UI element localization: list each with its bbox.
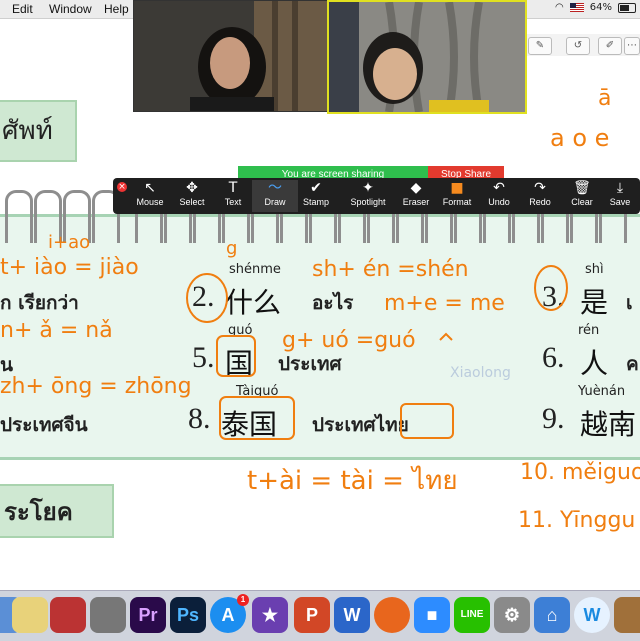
hw-a-tone: ā bbox=[598, 86, 612, 111]
hw-guo: g+ uó =guó bbox=[282, 328, 416, 353]
format-swatch-icon: ■ bbox=[450, 180, 464, 196]
hw-shen: sh+ én =shén bbox=[312, 257, 469, 282]
tool-draw[interactable]: 〜 Draw bbox=[252, 180, 298, 212]
tool-format[interactable]: ■ Format bbox=[434, 180, 480, 212]
dock: Pr Ps A1 ★ P W ■ LINE ⚙ ⌂ W bbox=[0, 590, 640, 641]
tool-stamp[interactable]: ✔ Stamp bbox=[293, 180, 339, 212]
box-mark bbox=[216, 335, 256, 377]
imovie-icon[interactable]: ★ bbox=[252, 597, 288, 633]
hw-aoe: a o e bbox=[550, 124, 610, 152]
save-icon: ⤓ bbox=[616, 180, 624, 196]
move-icon: ✥ bbox=[186, 180, 198, 196]
participant-video bbox=[134, 1, 327, 111]
trash-icon: 🗑 bbox=[573, 180, 591, 196]
tool-eraser[interactable]: ◆ Eraser bbox=[393, 180, 439, 212]
close-icon[interactable]: × bbox=[117, 182, 127, 192]
tool-undo[interactable]: ↶ Undo bbox=[476, 180, 522, 212]
undo-icon: ↶ bbox=[493, 180, 505, 196]
hw-jiao: t+ iào = jiào bbox=[0, 255, 139, 280]
spotlight-icon: ✦ bbox=[362, 180, 374, 196]
eraser-icon: ◆ bbox=[410, 180, 422, 196]
w-app-icon[interactable]: W bbox=[574, 597, 610, 633]
tool-mouse[interactable]: ↖ Mouse bbox=[127, 180, 173, 212]
hw-i-ao: i+ao bbox=[48, 232, 91, 253]
premiere-icon[interactable]: Pr bbox=[130, 597, 166, 633]
line-icon[interactable]: LINE bbox=[454, 597, 490, 633]
zoom-icon[interactable]: ■ bbox=[414, 597, 450, 633]
hw-me: m+e = me bbox=[384, 291, 505, 316]
hw-g: g bbox=[226, 238, 238, 259]
hw-zhong: zh+ ōng = zhōng bbox=[0, 374, 192, 399]
word-icon[interactable]: W bbox=[334, 597, 370, 633]
video-tile-participant-1[interactable] bbox=[133, 0, 328, 112]
box-mark bbox=[400, 403, 454, 439]
system-prefs-icon[interactable]: ⚙ bbox=[494, 597, 530, 633]
app-store-badge: 1 bbox=[237, 594, 249, 606]
tool-spotlight[interactable]: ✦ Spotlight bbox=[343, 180, 393, 212]
participant-video bbox=[329, 2, 525, 112]
circle-mark bbox=[186, 273, 228, 323]
hw-meiguo: 10. měiguo bbox=[520, 460, 640, 485]
text-icon: T bbox=[228, 180, 238, 196]
network-icon[interactable]: ⌂ bbox=[534, 597, 570, 633]
notes-icon[interactable] bbox=[12, 597, 48, 633]
tool-save[interactable]: ⤓ Save bbox=[600, 180, 640, 212]
circle-mark bbox=[534, 265, 568, 311]
tool-redo[interactable]: ↷ Redo bbox=[517, 180, 563, 212]
photo-stack-icon[interactable] bbox=[614, 597, 640, 633]
photo-booth-icon[interactable] bbox=[50, 597, 86, 633]
check-icon: ✔ bbox=[310, 180, 322, 196]
photoshop-icon[interactable]: Ps bbox=[170, 597, 206, 633]
box-mark bbox=[219, 396, 295, 440]
cursor-icon: ↖ bbox=[144, 180, 156, 196]
hw-yingguo: 11. Yīnggu bbox=[518, 508, 636, 533]
tool-select[interactable]: ✥ Select bbox=[169, 180, 215, 212]
annotation-toolbar: × ↖ Mouse ✥ Select T Text 〜 Draw ✔ Stamp ✦ Spo… bbox=[113, 178, 640, 214]
video-tile-participant-2[interactable] bbox=[327, 0, 527, 114]
redo-icon: ↷ bbox=[534, 180, 546, 196]
app-store-icon[interactable]: A1 bbox=[210, 594, 249, 633]
hw-na: n+ ǎ = nǎ bbox=[0, 318, 113, 343]
image-capture-icon[interactable] bbox=[90, 597, 126, 633]
firefox-icon[interactable] bbox=[374, 597, 410, 633]
draw-icon: 〜 bbox=[268, 180, 282, 196]
tool-clear[interactable]: 🗑 Clear bbox=[559, 180, 605, 212]
hw-tai: t+ài = tài = ไทย bbox=[247, 466, 458, 496]
powerpoint-icon[interactable]: P bbox=[294, 597, 330, 633]
tool-text[interactable]: T Text bbox=[210, 180, 256, 212]
tone-mark bbox=[439, 332, 453, 341]
